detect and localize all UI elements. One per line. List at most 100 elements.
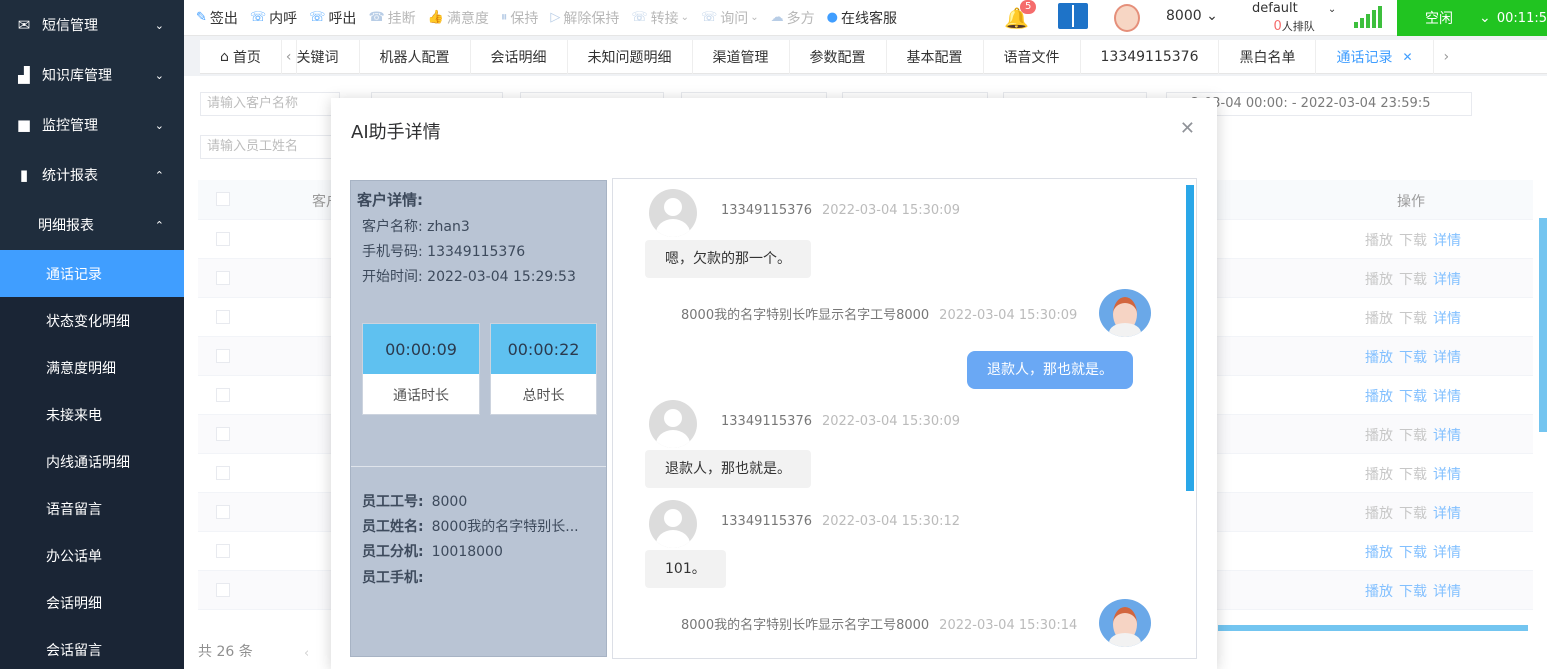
agent-status-dropdown[interactable]: 空闲 ⌄ 00:11:5 [1397,0,1547,36]
unhold-button[interactable]: ▷ 解除保持 [550,8,619,28]
queue-count: 0 [1273,19,1282,34]
chevron-down-icon: ⌄ [1327,4,1337,15]
tab-unknown-questions[interactable]: 未知问题明细 [568,39,693,74]
phone-out-icon: ☏ [309,10,326,25]
agent-avatar [1099,289,1151,337]
chevron-down-icon: ⌄ [154,118,164,132]
talk-duration-card: 00:00:09 通话时长 [362,323,480,415]
transfer-button[interactable]: ☏ 转接 ⌄ [631,8,689,28]
queue-status[interactable]: default ⌄ 0人排队 [1252,0,1336,35]
sidebar-item-call-records[interactable]: 通话记录 [0,250,184,297]
chat-scrollbar[interactable] [1186,185,1194,491]
pen-icon: ✎ [196,10,207,25]
notification-badge: 5 [1020,0,1037,14]
talk-duration-label: 通话时长 [393,388,449,404]
chat-transcript[interactable]: 13349115376 2022-03-04 15:30:09 嗯，欠款的那一个。… [612,178,1197,659]
tab-phone[interactable]: 13349115376 [1081,39,1220,74]
button-label: 满意度 [446,10,489,27]
button-label: 多方 [786,10,815,27]
sidebar-item-session-messages[interactable]: 会话留言 [0,626,184,669]
customer-name-line: 客户名称: zhan3 [362,216,470,236]
tab-channels[interactable]: 渠道管理 [693,39,790,74]
button-label: 挂断 [387,10,416,27]
tab-params[interactable]: 参数配置 [790,39,887,74]
online-service-button[interactable]: ● 在线客服 [827,8,897,28]
tab-scroll-left[interactable]: ‹ [282,39,297,74]
message-time: 2022-03-04 15:30:14 [939,618,1078,633]
sidebar-group-monitor[interactable]: ■ 监控管理 ⌄ [0,100,184,150]
sender-name: 13349115376 [721,203,812,218]
satisfaction-button[interactable]: 👍 满意度 [428,8,489,28]
label: 员工姓名: [362,519,424,535]
tab-basic-config[interactable]: 基本配置 [887,39,984,74]
employee-phone-line: 员工手机: [362,567,432,587]
message-meta: 8000我的名字特别长咋显示名字工号8000 2022-03-04 15:30:1… [681,614,1077,633]
sidebar-item-session-detail[interactable]: 会话明细 [0,579,184,626]
call-timer: 00:11:5 [1496,10,1547,26]
tab-home[interactable]: ⌂ 首页 [200,39,282,74]
button-label: 签出 [209,10,238,27]
chevron-down-icon: ⌄ [154,18,164,32]
sidebar-group-knowledge[interactable]: ▟ 知识库管理 ⌄ [0,50,184,100]
customer-message-bubble: 嗯，欠款的那一个。 [645,240,811,278]
consult-icon: ☏ [700,10,718,25]
sender-name: 8000我的名字特别长咋显示名字工号8000 [681,308,930,323]
chevron-down-icon: ⌄ [750,12,759,23]
start-time: 2022-03-04 15:29:53 [427,269,576,285]
customer-message-bubble: 退款人，那也就是。 [645,450,811,488]
button-label: 内呼 [269,10,298,27]
sidebar-subgroup-detail[interactable]: 明细报表 ⌃ [0,200,184,250]
employee-id-line: 员工工号: 8000 [362,491,467,511]
close-icon[interactable]: ✕ [1180,118,1195,139]
sidebar-item-missed-calls[interactable]: 未接来电 [0,391,184,438]
customer-avatar [649,500,697,548]
avatar[interactable] [1114,4,1140,32]
internal-call-button[interactable]: ☏ 内呼 [250,8,297,28]
tab-label: 首页 [232,49,261,66]
tab-session-detail[interactable]: 会话明细 [471,39,568,74]
chevron-down-icon: ⌄ [1206,8,1218,24]
sidebar-item-state-changes[interactable]: 状态变化明细 [0,297,184,344]
tab-keywords[interactable]: 关键词 [297,39,360,74]
sidebar-item-internal-calls[interactable]: 内线通话明细 [0,438,184,485]
dialog-title: AI助手详情 [351,122,441,143]
outbound-call-button[interactable]: ☏ 呼出 [309,8,356,28]
tab-call-records[interactable]: 通话记录 ✕ [1316,39,1434,74]
book-icon[interactable] [1058,3,1088,29]
sidebar-subgroup-label: 明细报表 [38,218,94,234]
hold-button[interactable]: ⏸ 保持 [501,8,539,28]
label: 开始时间: [362,269,423,285]
bar-chart-icon: ▮ [19,166,29,184]
label: 员工分机: [362,544,424,560]
sign-out-button[interactable]: ✎ 签出 [196,8,238,28]
consult-button[interactable]: ☏ 询问 ⌄ [701,8,759,28]
conference-button[interactable]: ☁ 多方 [771,8,815,28]
customer-avatar [649,189,697,237]
button-label: 呼出 [328,10,357,27]
agent-status: 空闲 [1425,11,1453,27]
close-icon[interactable]: ✕ [1402,50,1412,64]
ai-assistant-dialog: AI助手详情 ✕ 客户详情: 客户名称: zhan3 手机号码: 1334911… [331,98,1217,669]
tab-voice-files[interactable]: 语音文件 [984,39,1081,74]
hangup-button[interactable]: ☎ 挂断 [368,8,415,28]
sidebar-group-label: 统计报表 [42,168,98,184]
customer-phone-line: 手机号码: 13349115376 [362,241,525,261]
sidebar-item-satisfaction[interactable]: 满意度明细 [0,344,184,391]
total-duration-value: 00:00:22 [491,324,596,374]
sidebar-item-office-bill[interactable]: 办公话单 [0,532,184,579]
extension-dropdown[interactable]: 8000 ⌄ [1166,8,1218,24]
sender-name: 13349115376 [721,414,812,429]
signal-icon [1354,6,1382,28]
sender-name: 13349115376 [721,514,812,529]
tab-scroll-right[interactable]: › [1434,40,1460,74]
employee-ext-line: 员工分机: 10018000 [362,541,503,561]
sidebar-item-voicemail[interactable]: 语音留言 [0,485,184,532]
sidebar-group-sms[interactable]: ✉ 短信管理 ⌄ [0,0,184,50]
tab-robot-config[interactable]: 机器人配置 [360,39,471,74]
sidebar-group-stats[interactable]: ▮ 统计报表 ⌃ [0,150,184,200]
message-meta: 13349115376 2022-03-04 15:30:09 [721,203,960,218]
tab-blacklist[interactable]: 黑白名单 [1219,39,1317,74]
toolbar: ✎ 签出 ☏ 内呼 ☏ 呼出 ☎ 挂断 👍 满意度 ⏸ 保持 ▷ 解除保持 ☏ 转接 ⌄ ☏ 询问 ⌄… [184,0,1547,36]
phone-icon: ☏ [249,10,267,25]
pause-icon: ⏸ [500,10,508,25]
